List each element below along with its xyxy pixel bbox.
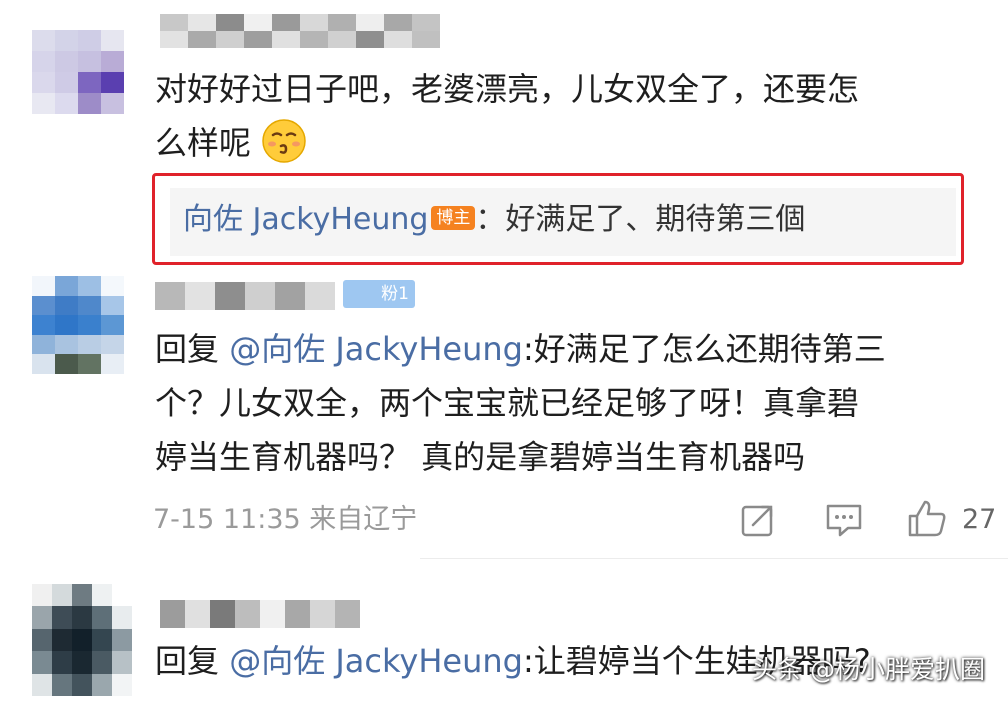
like-icon[interactable] (906, 498, 948, 538)
reply-prefix: 回复 (155, 330, 230, 368)
comment-text: 对好好过日子吧，老婆漂亮，儿女双全了，还要怎 (155, 70, 860, 108)
like-count: 27 (962, 504, 997, 535)
username-pixelated[interactable] (160, 14, 440, 48)
divider (420, 558, 1008, 559)
username-pixelated[interactable] (155, 282, 335, 310)
blogger-badge: 博主 (431, 206, 476, 230)
avatar[interactable] (32, 276, 124, 374)
reply-text-line1: 回复 @向佐 JackyHeung:好满足了怎么还期待第三 (155, 322, 886, 376)
comment-text-line2: 么样呢 (155, 116, 307, 170)
mention-link[interactable]: @向佐 JackyHeung (229, 642, 523, 680)
reply-text-line3: 婷当生育机器吗？ 真的是拿碧婷当生育机器吗 (155, 438, 806, 476)
kissing-face-emoji (262, 119, 306, 163)
mention-link[interactable]: @向佐 JackyHeung (229, 330, 523, 368)
timestamp: 7-15 11:35 (153, 504, 301, 535)
reply-text: :好满足了怎么还期待第三 (522, 330, 886, 368)
username-pixelated[interactable] (160, 600, 360, 628)
reply-prefix: 回复 (155, 642, 230, 680)
author-reply[interactable]: 向佐 JackyHeung 博主 ：好满足了、期待第三個 (183, 198, 805, 242)
author-reply-text: ：好满足了、期待第三個 (475, 202, 806, 237)
comment-meta: 7-15 11:35 来自辽宁 (153, 500, 417, 540)
author-reply-name[interactable]: 向佐 JackyHeung (183, 202, 428, 237)
reply-text-line2: 个？儿女双全，两个宝宝就已经足够了呀！真拿碧 (155, 384, 860, 422)
comment-text-continued: 么样呢 (155, 124, 252, 162)
fans-badge: 粉1 (343, 280, 415, 308)
avatar[interactable] (32, 30, 124, 114)
comment-icon[interactable] (824, 502, 864, 538)
watermark: 头条 @杨小胖爱扒圈 (752, 655, 985, 684)
avatar[interactable] (32, 584, 132, 696)
share-icon[interactable] (740, 502, 776, 538)
location: 来自辽宁 (309, 504, 418, 535)
